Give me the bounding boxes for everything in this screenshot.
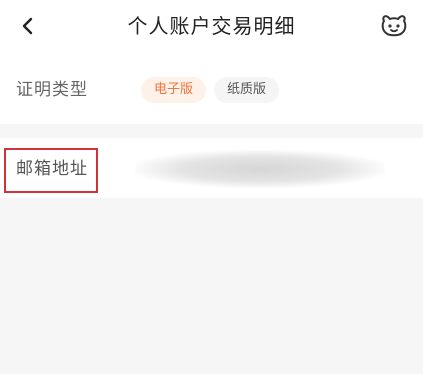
email-label: 邮箱地址 bbox=[16, 159, 88, 179]
certificate-type-label: 证明类型 bbox=[16, 80, 88, 100]
customer-service-icon bbox=[381, 15, 407, 37]
option-electronic[interactable]: 电子版 bbox=[141, 77, 207, 103]
page-title: 个人账户交易明细 bbox=[127, 14, 296, 38]
email-field-blurred[interactable] bbox=[135, 150, 385, 188]
certificate-type-row: 证明类型 电子版 纸质版 bbox=[0, 52, 423, 124]
empty-content-area bbox=[0, 198, 423, 374]
section-divider bbox=[0, 124, 423, 138]
customer-service-button[interactable] bbox=[377, 9, 411, 43]
screen: 个人账户交易明细 证明类型 电子版 纸质版 邮箱地址 bbox=[0, 0, 423, 374]
option-paper[interactable]: 纸质版 bbox=[214, 77, 280, 103]
top-nav-bar: 个人账户交易明细 bbox=[0, 0, 423, 52]
